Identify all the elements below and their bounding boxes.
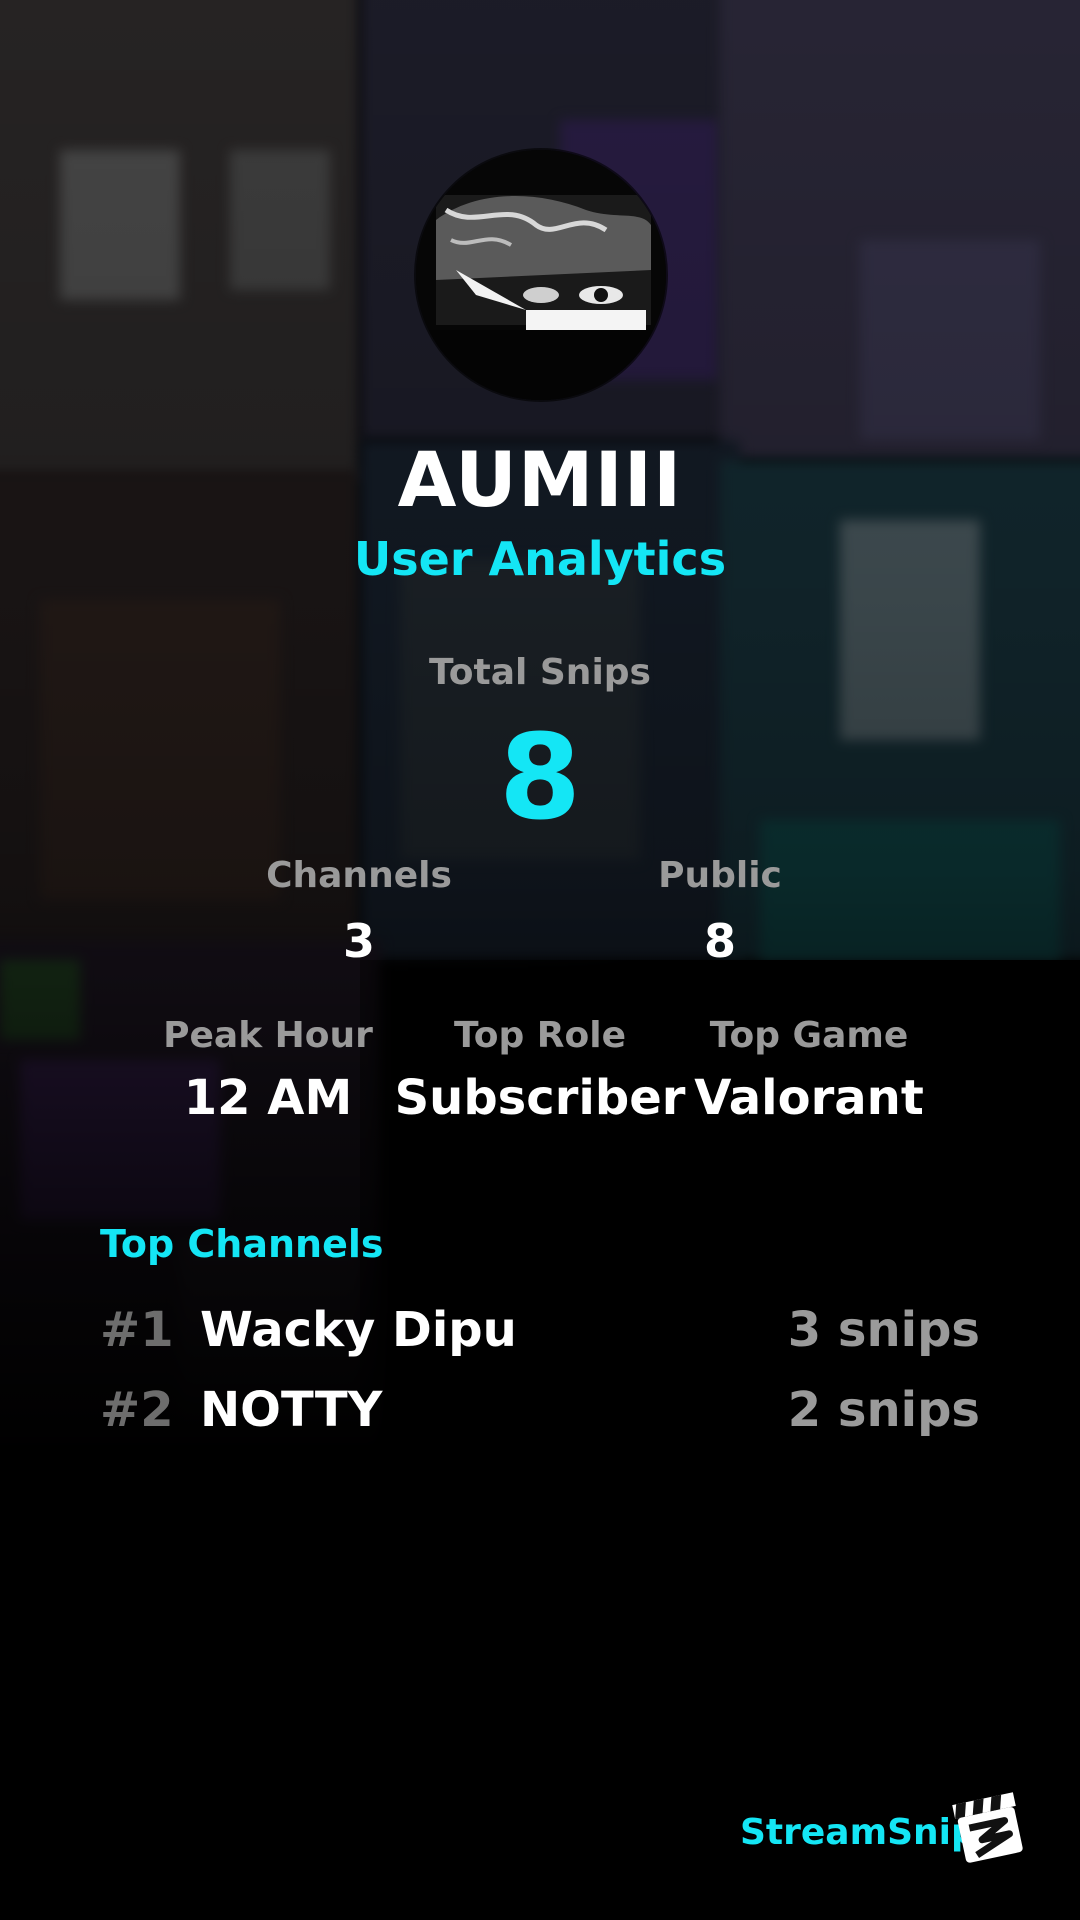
channel-snip-count: 3 snips (787, 1302, 980, 1358)
peak-hour-label: Peak Hour (163, 1015, 373, 1056)
peak-hour-stat: Peak Hour 12 AM (118, 1015, 418, 1126)
top-game-stat: Top Game Valorant (659, 1015, 959, 1126)
avatar (416, 150, 666, 400)
channel-name: NOTTY (200, 1382, 383, 1438)
list-item: #1 Wacky Dipu 3 snips (100, 1302, 980, 1372)
peak-hour-value: 12 AM (183, 1070, 353, 1126)
total-snips-label: Total Snips (429, 652, 651, 693)
brand-name: StreamSnip (740, 1812, 977, 1853)
top-role-label: Top Role (453, 1015, 627, 1056)
channels-label: Channels (266, 855, 452, 896)
avatar-image (416, 150, 666, 400)
public-label: Public (658, 855, 782, 896)
clapperboard-icon (950, 1790, 1028, 1868)
channel-name: Wacky Dipu (200, 1302, 517, 1358)
channel-rank: #1 (100, 1302, 174, 1358)
channel-rank: #2 (100, 1382, 174, 1438)
public-value: 8 (703, 914, 736, 968)
channels-value: 3 (342, 914, 375, 968)
top-role-stat: Top Role Subscriber (390, 1015, 690, 1126)
top-role-value: Subscriber (394, 1070, 686, 1126)
total-snips-value: 8 (498, 708, 582, 846)
analytics-card: AUMIII User Analytics Total Snips 8 Chan… (0, 0, 1080, 1920)
public-stat: Public 8 (570, 855, 870, 968)
page-subtitle: User Analytics (353, 532, 727, 586)
top-channels-title: Top Channels (100, 1222, 384, 1266)
username: AUMIII (397, 435, 683, 524)
channel-snip-count: 2 snips (787, 1382, 980, 1438)
top-game-label: Top Game (709, 1015, 909, 1056)
list-item: #2 NOTTY 2 snips (100, 1382, 980, 1452)
top-game-value: Valorant (694, 1070, 924, 1126)
channels-stat: Channels 3 (209, 855, 509, 968)
